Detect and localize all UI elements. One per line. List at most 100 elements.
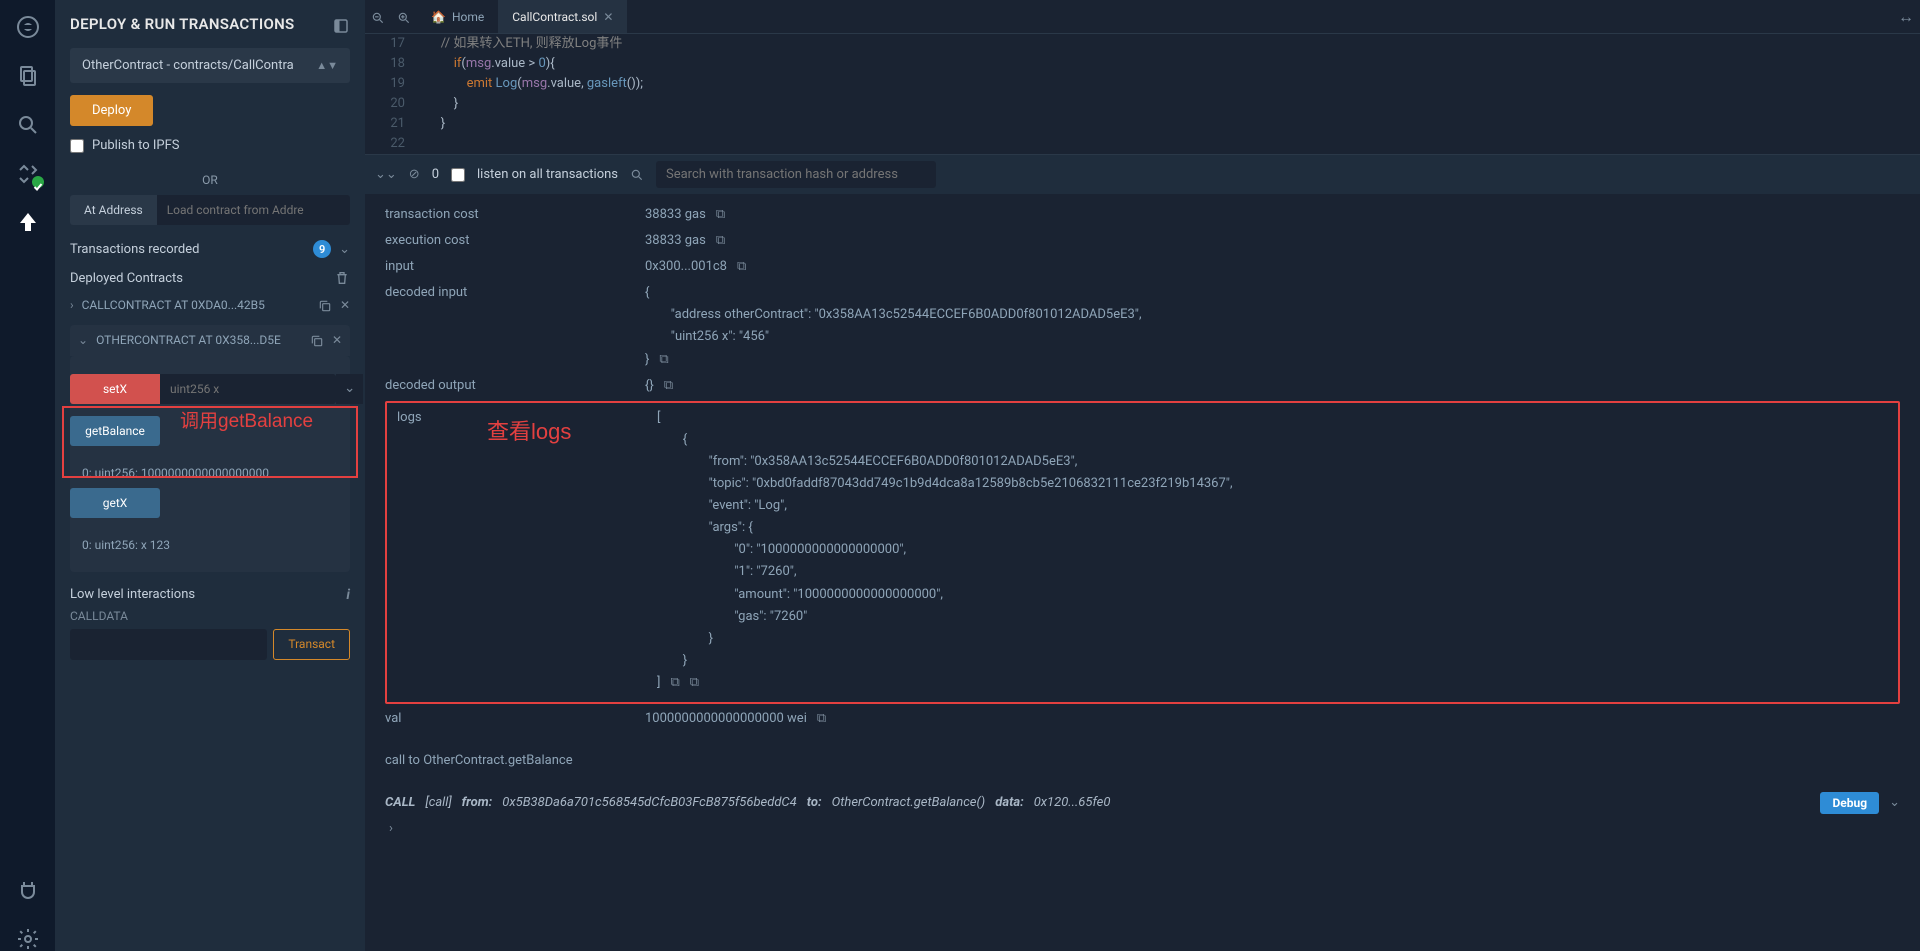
getx-result: 0: uint256: x 123: [70, 530, 350, 560]
transact-button[interactable]: Transact: [273, 629, 350, 660]
from-label: from:: [462, 792, 493, 814]
setx-button[interactable]: setX: [70, 374, 160, 404]
tx-recorded-row[interactable]: Transactions recorded 9 ⌄: [70, 240, 350, 258]
at-address-button[interactable]: At Address: [70, 195, 157, 225]
copy-icon[interactable]: ⧉: [737, 259, 746, 274]
info-icon[interactable]: i: [346, 587, 350, 603]
contract-name: OTHERCONTRACT AT 0X358...D5E: [96, 333, 302, 347]
close-icon[interactable]: ✕: [340, 298, 350, 312]
call-bracket: [call]: [425, 792, 451, 814]
code-editor[interactable]: 17 18 19 20 21 22 // 如果转入ETH, 则释放Log事件 i…: [365, 34, 1920, 154]
setx-input[interactable]: [160, 374, 336, 404]
line-gutter: 17 18 19 20 21 22: [365, 34, 415, 154]
term-row-txcost: transaction cost 38833 gas⧉: [385, 204, 1900, 226]
expand-icon[interactable]: ↔: [1892, 7, 1920, 27]
deployed-contracts-row: Deployed Contracts: [70, 270, 350, 286]
calldata-input[interactable]: [70, 629, 267, 660]
publish-ipfs-label: Publish to IPFS: [92, 138, 180, 153]
clear-icon[interactable]: ⊘: [409, 167, 420, 182]
call-final-row: CALL [call] from: 0x5B38Da6a701c568545dC…: [385, 792, 1900, 814]
tab-file-label: CallContract.sol: [512, 10, 597, 24]
getx-button[interactable]: getX: [70, 488, 160, 518]
copy-icon[interactable]: ⧉: [670, 675, 679, 690]
scroll-up-icon[interactable]: ›: [385, 814, 1900, 844]
caret-icon: ▲▼: [316, 59, 338, 72]
terminal-search-input[interactable]: [656, 161, 936, 188]
data-label: data:: [995, 792, 1023, 814]
copy-icon[interactable]: ⧉: [690, 675, 699, 690]
copy-icon[interactable]: [310, 333, 324, 348]
term-row-decinput: decoded input { "address otherContract":…: [385, 282, 1900, 370]
home-icon: 🏠: [431, 10, 446, 24]
logs-annotation-box: 查看logs logs [ { "from": "0x358AA13c52544…: [385, 401, 1900, 704]
term-row-decoutput: decoded output {}⧉: [385, 375, 1900, 397]
panel-dock-icon[interactable]: [332, 15, 350, 33]
to-value: OtherContract.getBalance(): [832, 792, 986, 814]
plugin-icon[interactable]: [16, 878, 40, 902]
main-area: 🏠 Home CallContract.sol ✕ ↔ 17 18 19 20 …: [365, 0, 1920, 951]
deploy-panel: DEPLOY & RUN TRANSACTIONS OtherContract …: [55, 0, 365, 951]
tab-close-icon[interactable]: ✕: [603, 10, 613, 24]
copy-icon[interactable]: ⧉: [659, 352, 668, 367]
publish-ipfs-checkbox[interactable]: [70, 139, 84, 153]
debug-button[interactable]: Debug: [1820, 792, 1879, 814]
compile-icon[interactable]: [16, 162, 40, 186]
or-divider: OR: [55, 173, 365, 187]
logs-annotation: 查看logs: [487, 413, 571, 450]
copy-icon[interactable]: ⧉: [817, 711, 826, 726]
contract-select-value: OtherContract - contracts/CallContra: [82, 58, 316, 73]
zoom-in-icon[interactable]: [391, 7, 417, 26]
low-level-section: Low level interactions i CALLDATA Transa…: [70, 587, 350, 660]
files-icon[interactable]: [16, 64, 40, 88]
tx-recorded-label: Transactions recorded: [70, 242, 305, 257]
chevron-down-icon[interactable]: ⌄: [78, 333, 88, 347]
minimap[interactable]: [1820, 34, 1920, 154]
copy-icon[interactable]: ⧉: [664, 378, 673, 393]
expand-button[interactable]: ⌄: [336, 374, 363, 404]
copy-icon[interactable]: ⧉: [716, 233, 725, 248]
listen-checkbox[interactable]: [451, 168, 465, 182]
panel-title: DEPLOY & RUN TRANSACTIONS: [70, 15, 332, 33]
chevron-right-icon[interactable]: ›: [70, 298, 74, 312]
icon-sidebar: [0, 0, 55, 951]
term-row-execcost: execution cost 38833 gas⧉: [385, 230, 1900, 252]
tab-home[interactable]: 🏠 Home: [417, 0, 498, 33]
contract-item-othercontract[interactable]: ⌄ OTHERCONTRACT AT 0X358...D5E ✕: [70, 325, 350, 356]
term-row-val: val 1000000000000000000 wei⧉: [385, 708, 1900, 730]
tx-count-badge: 9: [313, 240, 331, 258]
search-icon[interactable]: [16, 113, 40, 137]
deploy-button[interactable]: Deploy: [70, 95, 153, 126]
tab-home-label: Home: [452, 10, 484, 24]
tab-bar: 🏠 Home CallContract.sol ✕ ↔: [365, 0, 1920, 34]
tab-file[interactable]: CallContract.sol ✕: [498, 0, 627, 33]
code-content[interactable]: // 如果转入ETH, 则释放Log事件 if(msg.value > 0){ …: [415, 34, 1920, 154]
chevron-down-icon[interactable]: ⌄: [339, 242, 350, 257]
listen-label: listen on all transactions: [477, 167, 618, 182]
low-level-label: Low level interactions: [70, 587, 195, 602]
function-box: setX ⌄ 调用getBalance getBalance 0: uint25…: [70, 356, 350, 572]
close-icon[interactable]: ✕: [332, 333, 342, 347]
contract-select[interactable]: OtherContract - contracts/CallContra ▲▼: [70, 48, 350, 83]
collapse-icon[interactable]: ⌄⌄: [375, 167, 397, 182]
to-label: to:: [807, 792, 822, 814]
getbalance-annotation: 调用getBalance: [180, 406, 313, 433]
settings-icon[interactable]: [16, 927, 40, 951]
term-row-input: input 0x300...001c8⧉: [385, 256, 1900, 278]
chevron-down-icon[interactable]: ⌄: [1889, 792, 1900, 814]
publish-ipfs-row[interactable]: Publish to IPFS: [70, 138, 350, 153]
copy-icon[interactable]: ⧉: [716, 207, 725, 222]
call-line: call to OtherContract.getBalance: [385, 750, 1900, 772]
getbalance-button[interactable]: getBalance: [70, 416, 160, 446]
remix-logo-icon[interactable]: [16, 15, 40, 39]
terminal-search-icon[interactable]: [630, 167, 644, 182]
trash-icon[interactable]: [334, 270, 350, 286]
copy-icon[interactable]: [318, 298, 332, 313]
zoom-out-icon[interactable]: [365, 7, 391, 26]
calldata-label: CALLDATA: [70, 609, 350, 623]
load-address-input[interactable]: [157, 195, 350, 225]
terminal-bar: ⌄⌄ ⊘ 0 listen on all transactions: [365, 154, 1920, 194]
getbalance-result: 0: uint256: 1000000000000000000: [70, 458, 350, 488]
terminal-output[interactable]: transaction cost 38833 gas⧉ execution co…: [365, 194, 1920, 951]
contract-item-callcontract[interactable]: › CALLCONTRACT AT 0XDA0...42B5 ✕: [70, 298, 350, 313]
deploy-icon[interactable]: [16, 211, 40, 235]
